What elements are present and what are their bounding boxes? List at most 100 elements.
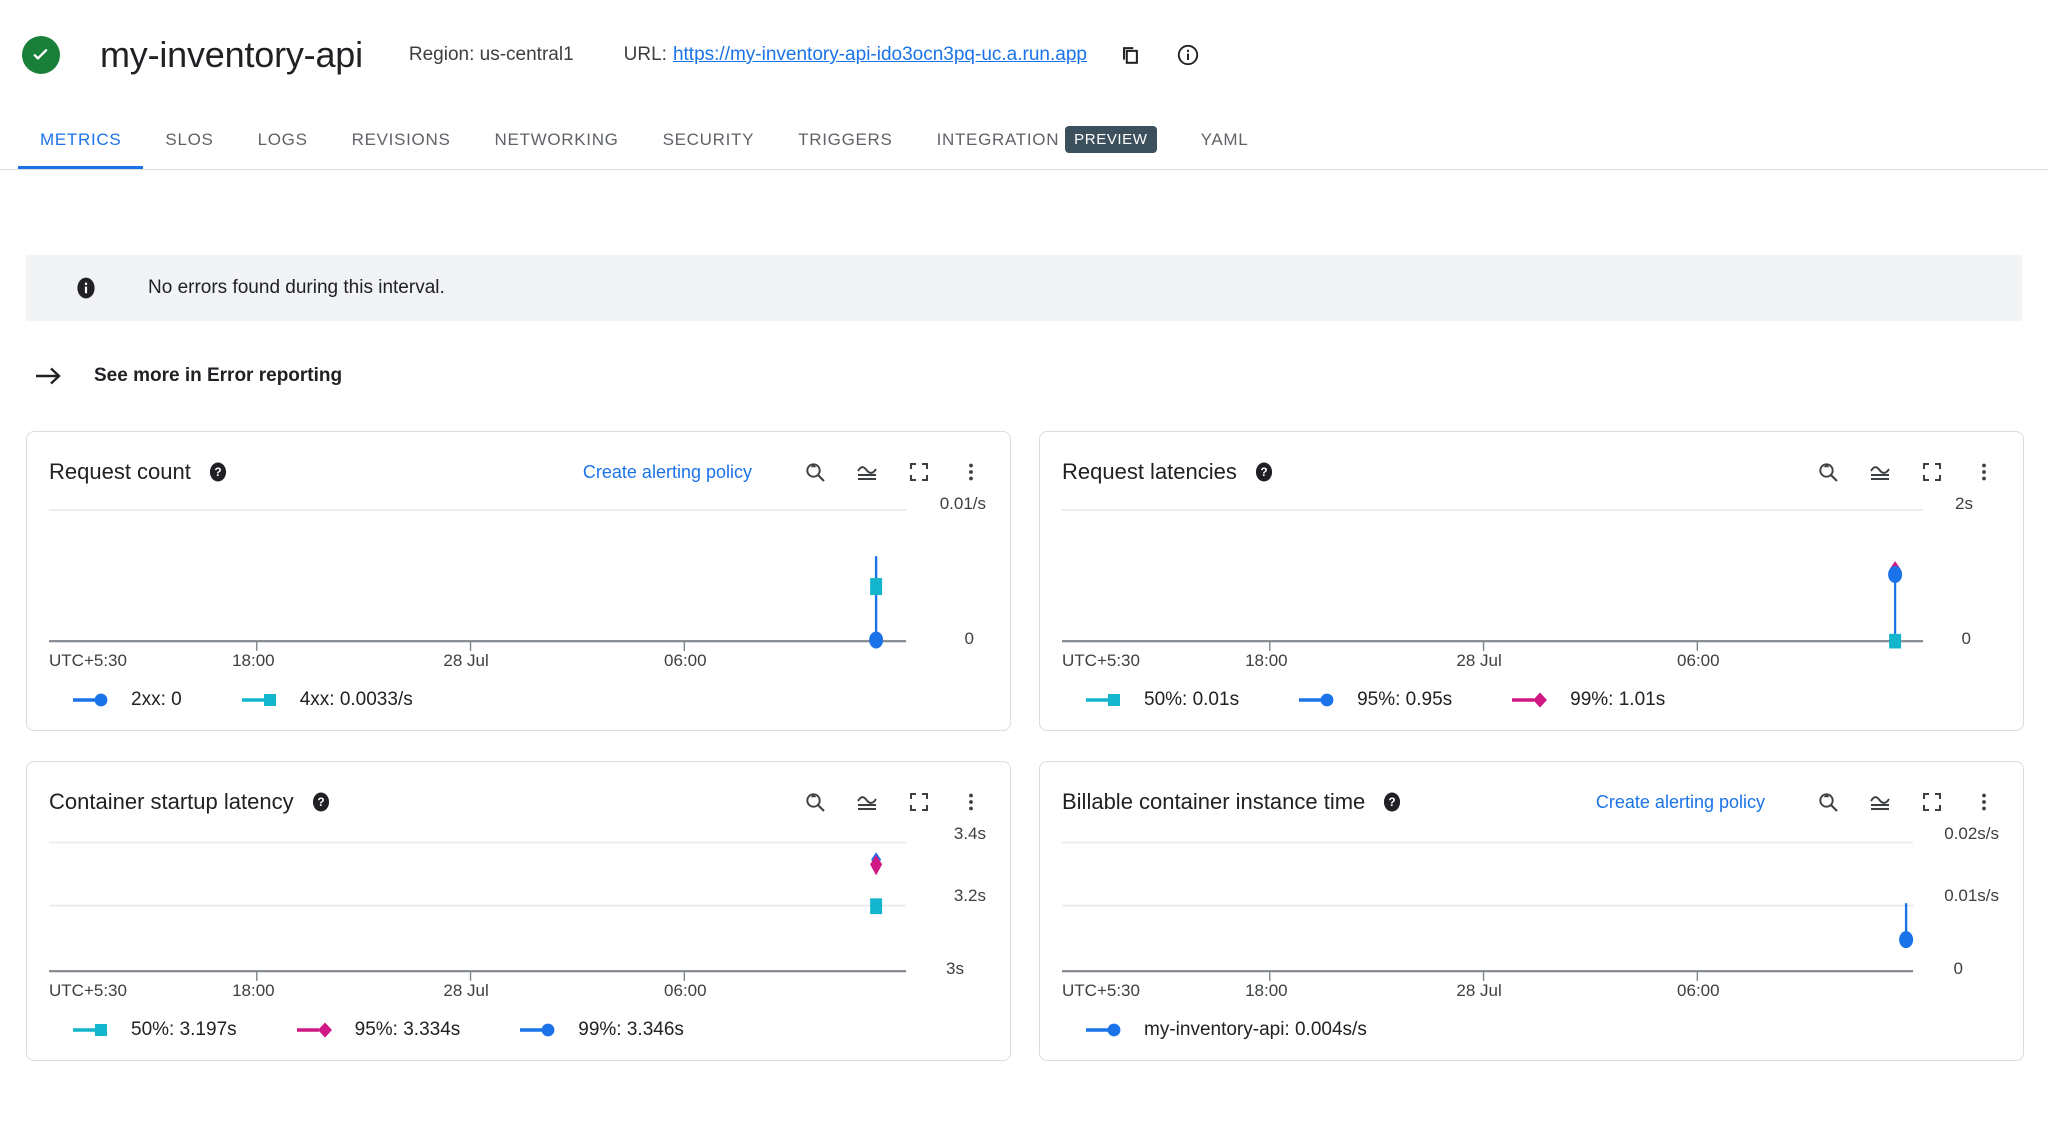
more-vert-icon[interactable] bbox=[1967, 785, 2001, 819]
chart-svg-request-count bbox=[49, 498, 988, 680]
legend-item[interactable]: 99%: 3.346s bbox=[518, 1019, 684, 1041]
create-alerting-policy-link[interactable]: Create alerting policy bbox=[583, 462, 752, 483]
legend-item[interactable]: 2xx: 0 bbox=[71, 689, 182, 711]
chart-svg-billable-container-instance-time bbox=[1062, 828, 2001, 1010]
card-header: Request latencies ? bbox=[1062, 450, 2001, 494]
metric-card-request-latencies: Request latencies ? bbox=[1039, 431, 2024, 731]
legend-label: 50%: 3.197s bbox=[131, 1019, 237, 1041]
url-label: URL: bbox=[624, 44, 667, 66]
chart-plot-area: 0.01/s 0 UTC+5:30 18:00 28 Jul 06:00 bbox=[49, 498, 988, 680]
legend-label: 4xx: 0.0033/s bbox=[300, 689, 413, 711]
arrow-right-icon bbox=[34, 361, 64, 391]
chart-legend: my-inventory-api: 0.004s/s bbox=[1062, 1010, 2001, 1050]
legend-marker-circle-blue bbox=[1297, 691, 1341, 709]
tab-triggers[interactable]: TRIGGERS bbox=[776, 110, 914, 169]
chart-svg-request-latencies bbox=[1062, 498, 2001, 680]
tab-yaml[interactable]: YAML bbox=[1179, 110, 1271, 169]
chart-plot-area: 3.4s 3.2s 3s UTC+5:30 18:00 28 Jul 06:00 bbox=[49, 828, 988, 1010]
legend-item[interactable]: 50%: 3.197s bbox=[71, 1019, 237, 1041]
tab-revisions[interactable]: REVISIONS bbox=[330, 110, 473, 169]
zoom-out-icon[interactable] bbox=[1811, 785, 1845, 819]
legend-item[interactable]: 95%: 3.334s bbox=[295, 1019, 461, 1041]
legend-marker-square-teal bbox=[240, 691, 284, 709]
page-title: my-inventory-api bbox=[100, 34, 363, 76]
error-banner: No errors found during this interval. bbox=[26, 255, 2022, 321]
chart-legend: 50%: 0.01s 95%: 0.95s 99%: 1.01s bbox=[1062, 680, 2001, 720]
legend-item[interactable]: 50%: 0.01s bbox=[1084, 689, 1239, 711]
compare-lines-icon[interactable] bbox=[1863, 455, 1897, 489]
compare-lines-icon[interactable] bbox=[850, 785, 884, 819]
svg-text:?: ? bbox=[214, 465, 221, 479]
more-vert-icon[interactable] bbox=[954, 785, 988, 819]
chart-legend: 2xx: 0 4xx: 0.0033/s bbox=[49, 680, 988, 720]
help-circle-icon[interactable]: ? bbox=[310, 791, 332, 813]
check-circle-icon bbox=[22, 36, 60, 74]
compare-lines-icon[interactable] bbox=[1863, 785, 1897, 819]
legend-item[interactable]: 4xx: 0.0033/s bbox=[240, 689, 413, 711]
fullscreen-icon[interactable] bbox=[1915, 455, 1949, 489]
legend-item[interactable]: my-inventory-api: 0.004s/s bbox=[1084, 1019, 1367, 1041]
zoom-out-icon[interactable] bbox=[798, 785, 832, 819]
compare-lines-icon[interactable] bbox=[850, 455, 884, 489]
more-vert-icon[interactable] bbox=[954, 455, 988, 489]
svg-text:?: ? bbox=[1389, 795, 1396, 809]
legend-marker-circle-blue bbox=[518, 1021, 562, 1039]
chart-plot-area: 2s 0 UTC+5:30 18:00 28 Jul 06:00 bbox=[1062, 498, 2001, 680]
see-more-error-reporting-link[interactable]: See more in Error reporting bbox=[26, 361, 2022, 391]
chart-svg-container-startup-latency bbox=[49, 828, 988, 1010]
help-circle-icon[interactable]: ? bbox=[1381, 791, 1403, 813]
tab-security[interactable]: SECURITY bbox=[641, 110, 777, 169]
tab-slos[interactable]: SLOS bbox=[143, 110, 235, 169]
more-vert-icon[interactable] bbox=[1967, 455, 2001, 489]
metric-card-container-startup-latency: Container startup latency ? bbox=[26, 761, 1011, 1061]
legend-marker-circle-blue bbox=[71, 691, 115, 709]
info-filled-icon bbox=[74, 276, 98, 300]
legend-marker-square-teal bbox=[1084, 691, 1128, 709]
card-title: Container startup latency bbox=[49, 789, 294, 815]
tab-integration-label: INTEGRATION bbox=[937, 130, 1060, 150]
help-circle-icon[interactable]: ? bbox=[207, 461, 229, 483]
fullscreen-icon[interactable] bbox=[902, 455, 936, 489]
info-outline-icon[interactable] bbox=[1173, 40, 1203, 70]
svg-text:?: ? bbox=[317, 795, 324, 809]
tab-networking[interactable]: NETWORKING bbox=[473, 110, 641, 169]
card-header: Request count ? Create alerting policy bbox=[49, 450, 988, 494]
legend-marker-diamond-pink bbox=[1510, 691, 1554, 709]
legend-marker-diamond-pink bbox=[295, 1021, 339, 1039]
legend-label: 50%: 0.01s bbox=[1144, 689, 1239, 711]
card-title: Request count bbox=[49, 459, 191, 485]
legend-label: 99%: 1.01s bbox=[1570, 689, 1665, 711]
legend-label: my-inventory-api: 0.004s/s bbox=[1144, 1019, 1367, 1041]
help-circle-icon[interactable]: ? bbox=[1253, 461, 1275, 483]
card-title: Request latencies bbox=[1062, 459, 1237, 485]
legend-marker-circle-blue bbox=[1084, 1021, 1128, 1039]
card-header: Billable container instance time ? Creat… bbox=[1062, 780, 2001, 824]
fullscreen-icon[interactable] bbox=[1915, 785, 1949, 819]
legend-marker-square-teal bbox=[71, 1021, 115, 1039]
metric-card-request-count: Request count ? Create alerting policy bbox=[26, 431, 1011, 731]
chart-plot-area: 0.02s/s 0.01s/s 0 UTC+5:30 18:00 28 Jul … bbox=[1062, 828, 2001, 1010]
zoom-out-icon[interactable] bbox=[798, 455, 832, 489]
error-banner-text: No errors found during this interval. bbox=[148, 277, 445, 299]
metric-card-billable-container-instance-time: Billable container instance time ? Creat… bbox=[1039, 761, 2024, 1061]
metrics-content: No errors found during this interval. Se… bbox=[0, 255, 2048, 1061]
legend-item[interactable]: 99%: 1.01s bbox=[1510, 689, 1665, 711]
page-header: my-inventory-api Region: us-central1 URL… bbox=[0, 0, 2048, 110]
card-header: Container startup latency ? bbox=[49, 780, 988, 824]
chart-legend: 50%: 3.197s 95%: 3.334s 99%: 3.346s bbox=[49, 1010, 988, 1050]
svg-text:?: ? bbox=[1260, 465, 1267, 479]
tab-logs[interactable]: LOGS bbox=[236, 110, 330, 169]
legend-item[interactable]: 95%: 0.95s bbox=[1297, 689, 1452, 711]
tab-metrics[interactable]: METRICS bbox=[18, 110, 143, 169]
copy-icon[interactable] bbox=[1115, 40, 1145, 70]
create-alerting-policy-link[interactable]: Create alerting policy bbox=[1596, 792, 1765, 813]
metrics-cards-grid: Request count ? Create alerting policy bbox=[26, 431, 2022, 1061]
zoom-out-icon[interactable] bbox=[1811, 455, 1845, 489]
preview-badge: PREVIEW bbox=[1065, 126, 1156, 153]
url-link[interactable]: https://my-inventory-api-ido3ocn3pq-uc.a… bbox=[673, 44, 1087, 66]
see-more-label: See more in Error reporting bbox=[94, 365, 342, 387]
card-title: Billable container instance time bbox=[1062, 789, 1365, 815]
fullscreen-icon[interactable] bbox=[902, 785, 936, 819]
legend-label: 99%: 3.346s bbox=[578, 1019, 684, 1041]
tab-integration[interactable]: INTEGRATION PREVIEW bbox=[915, 110, 1179, 169]
